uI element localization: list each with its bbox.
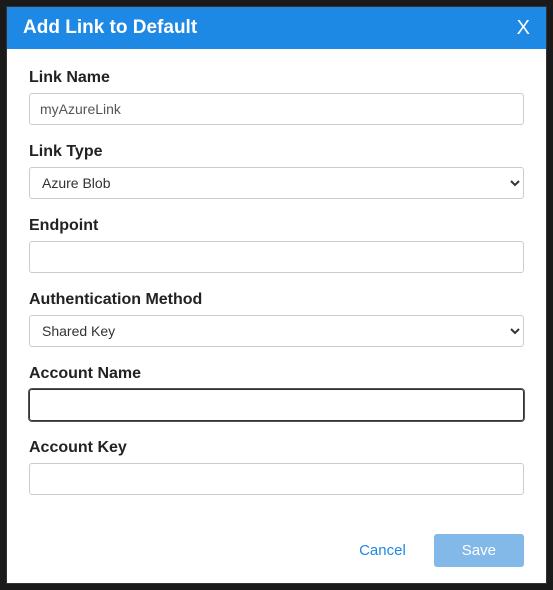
modal-title: Add Link to Default (23, 17, 197, 39)
account-name-label: Account Name (29, 365, 524, 383)
endpoint-input[interactable] (29, 241, 524, 273)
account-key-label: Account Key (29, 439, 524, 457)
cancel-button[interactable]: Cancel (355, 536, 410, 565)
auth-method-label: Authentication Method (29, 291, 524, 309)
auth-method-select[interactable]: Shared Key (29, 315, 524, 347)
save-button[interactable]: Save (434, 534, 524, 567)
add-link-modal: Add Link to Default X Link Name Link Typ… (6, 6, 547, 584)
endpoint-group: Endpoint (29, 217, 524, 273)
link-name-input[interactable] (29, 93, 524, 125)
account-key-input[interactable] (29, 463, 524, 495)
link-type-label: Link Type (29, 143, 524, 161)
modal-body: Link Name Link Type Azure Blob Endpoint … (7, 49, 546, 522)
link-name-group: Link Name (29, 69, 524, 125)
account-name-group: Account Name (29, 365, 524, 421)
link-type-select[interactable]: Azure Blob (29, 167, 524, 199)
link-name-label: Link Name (29, 69, 524, 87)
link-type-group: Link Type Azure Blob (29, 143, 524, 199)
auth-method-group: Authentication Method Shared Key (29, 291, 524, 347)
account-key-group: Account Key (29, 439, 524, 495)
account-name-input[interactable] (29, 389, 524, 421)
close-icon[interactable]: X (517, 18, 530, 38)
modal-footer: Cancel Save (7, 522, 546, 583)
endpoint-label: Endpoint (29, 217, 524, 235)
modal-header: Add Link to Default X (7, 7, 546, 49)
